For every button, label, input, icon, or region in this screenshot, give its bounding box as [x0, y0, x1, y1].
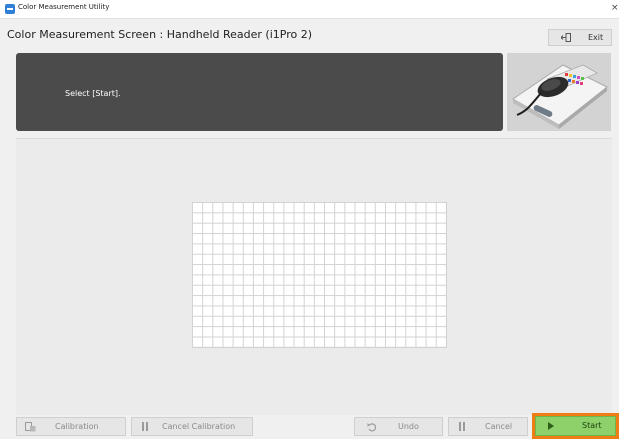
- measurement-area: [16, 138, 612, 415]
- play-icon: [548, 422, 554, 430]
- start-label: Start: [582, 421, 602, 430]
- handheld-reader-device-image: [507, 53, 611, 131]
- calibration-icon: [25, 422, 36, 432]
- undo-icon: [367, 423, 377, 432]
- start-button-highlight: Start: [532, 413, 619, 439]
- cancel-button[interactable]: Cancel: [448, 417, 528, 436]
- app-icon: [5, 4, 15, 14]
- cancel-calibration-button[interactable]: Cancel Calibration: [131, 417, 253, 436]
- app-window: Color Measurement Utility × Color Measur…: [0, 0, 619, 439]
- exit-door-icon: [561, 33, 571, 42]
- title-bar: Color Measurement Utility ×: [0, 0, 619, 19]
- start-button[interactable]: Start: [535, 416, 616, 436]
- calibration-label: Calibration: [55, 422, 99, 431]
- pause-icon: [459, 422, 465, 431]
- cancel-label: Cancel: [485, 422, 513, 431]
- page-title: Color Measurement Screen : Handheld Read…: [7, 28, 312, 41]
- exit-label: Exit: [588, 33, 604, 42]
- close-icon[interactable]: ×: [611, 3, 619, 13]
- calibration-button[interactable]: Calibration: [16, 417, 126, 436]
- undo-button[interactable]: Undo: [354, 417, 443, 436]
- undo-label: Undo: [398, 422, 419, 431]
- exit-button[interactable]: Exit: [548, 29, 612, 46]
- measurement-patch-grid: [192, 202, 447, 348]
- pause-icon: [142, 422, 148, 431]
- window-title: Color Measurement Utility: [18, 3, 110, 11]
- instruction-panel: Select [Start].: [16, 53, 503, 131]
- cancel-calibration-label: Cancel Calibration: [162, 422, 236, 431]
- instruction-text: Select [Start].: [65, 89, 121, 98]
